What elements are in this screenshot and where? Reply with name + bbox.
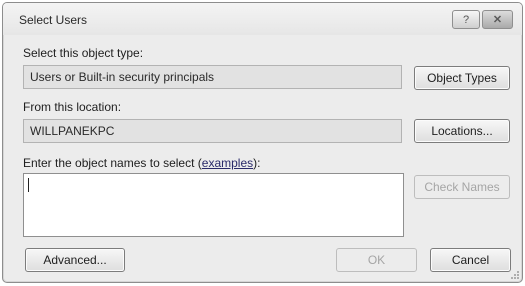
cancel-button-label: Cancel bbox=[451, 253, 490, 267]
close-icon: ✕ bbox=[492, 14, 503, 26]
ok-button-label: OK bbox=[367, 253, 386, 267]
advanced-button-label: Advanced... bbox=[43, 253, 107, 267]
object-names-input[interactable] bbox=[23, 173, 404, 237]
help-icon: ? bbox=[462, 14, 470, 26]
ok-button[interactable]: OK bbox=[336, 248, 417, 272]
names-label-text: Enter the object names to select ( bbox=[23, 156, 202, 170]
object-types-button[interactable]: Object Types bbox=[414, 66, 510, 90]
check-names-button-label: Check Names bbox=[424, 180, 500, 194]
close-button[interactable]: ✕ bbox=[482, 10, 513, 29]
check-names-button[interactable]: Check Names bbox=[414, 175, 510, 199]
title-bar[interactable]: Select Users ? ✕ bbox=[3, 3, 522, 35]
window-title: Select Users bbox=[19, 13, 88, 27]
examples-link[interactable]: examples bbox=[202, 156, 253, 170]
location-value: WILLPANEKPC bbox=[30, 124, 115, 138]
location-field: WILLPANEKPC bbox=[23, 119, 402, 143]
resize-grip-icon[interactable] bbox=[510, 270, 520, 280]
advanced-button[interactable]: Advanced... bbox=[25, 248, 125, 272]
help-button[interactable]: ? bbox=[452, 10, 480, 29]
locations-button-label: Locations... bbox=[431, 124, 493, 138]
cancel-button[interactable]: Cancel bbox=[430, 248, 511, 272]
location-label: From this location: bbox=[23, 100, 122, 114]
object-type-field: Users or Built-in security principals bbox=[23, 65, 402, 89]
names-label-suffix: ): bbox=[253, 156, 261, 170]
text-caret bbox=[28, 178, 29, 192]
object-types-button-label: Object Types bbox=[427, 71, 497, 85]
select-users-dialog: Select Users ? ✕ Select this object type… bbox=[2, 2, 523, 283]
object-type-value: Users or Built-in security principals bbox=[30, 70, 215, 84]
names-label: Enter the object names to select (exampl… bbox=[23, 156, 260, 170]
object-type-label: Select this object type: bbox=[23, 46, 144, 60]
locations-button[interactable]: Locations... bbox=[414, 119, 510, 143]
